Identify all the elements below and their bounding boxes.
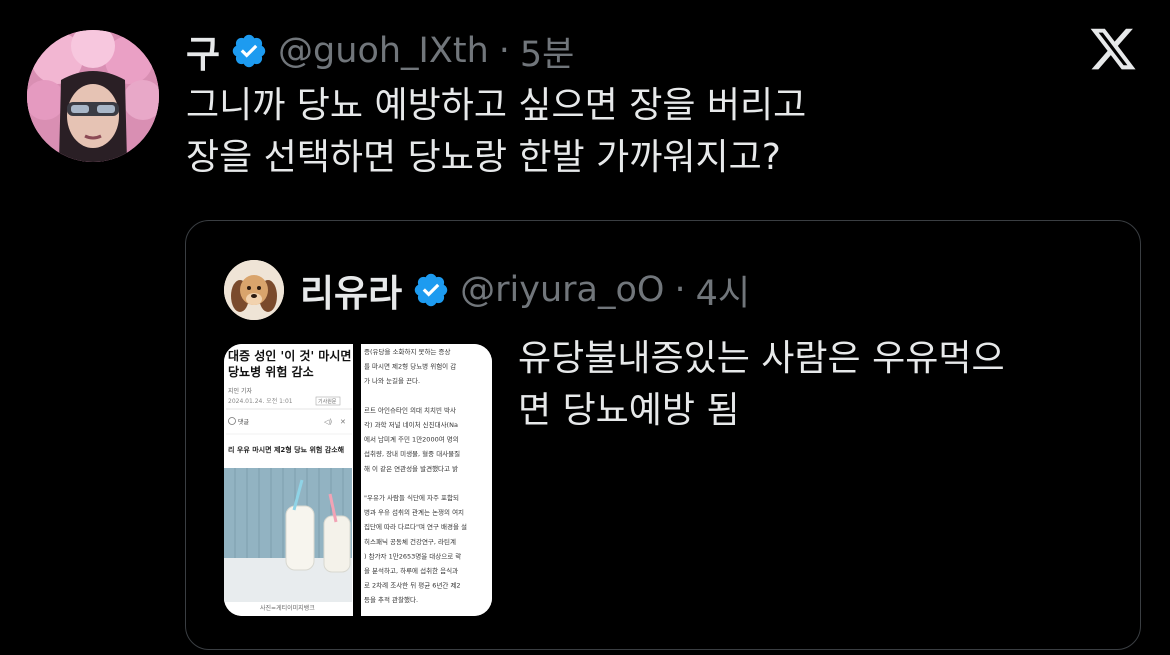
svg-text:◁): ◁)	[324, 418, 332, 426]
verified-badge-icon	[414, 273, 448, 307]
tweet-text-line: 장을 선택하면 당뇨랑 한발 가까워지고?	[186, 137, 781, 178]
thumb-article-line: 섭취량, 장내 미생물, 혈중 대사물질	[364, 449, 460, 458]
author-handle[interactable]: @guoh_IXth	[278, 31, 489, 71]
quoted-text-line: 면 당뇨예방 됨	[518, 390, 740, 431]
thumb-article-line: 증(유당을 소화하지 못하는 증상	[364, 347, 450, 356]
quoted-tweet-header: 리유라 @riyura_oO · 4시	[224, 259, 750, 321]
thumb-comment: 댓글	[238, 418, 250, 426]
thumb-date: 2024.01.24. 오전 1:01	[228, 397, 293, 405]
thumb-byline: 지인 기자	[228, 387, 252, 395]
tweet-text: 그니까 당뇨 예방하고 싶으면 장을 버리고 장을 선택하면 당뇨랑 한발 가까…	[186, 80, 1116, 184]
profile-avatar-icon	[27, 30, 159, 162]
x-logo-icon[interactable]	[1087, 24, 1139, 74]
verified-badge-icon	[232, 34, 266, 68]
separator-dot: ·	[674, 270, 686, 310]
thumb-article-line: 병과 우유 섭취의 관계는 논쟁의 여지	[364, 508, 464, 517]
thumb-article-line: ) 참가자 1만2653명을 대상으로 락	[364, 551, 461, 560]
quoted-media-thumbnail[interactable]: 대증 성인 '이 것' 마시면 당뇨병 위험 감소 지인 기자 2024.01.…	[224, 344, 492, 616]
tweet-text-line: 그니까 당뇨 예방하고 싶으면 장을 버리고	[186, 85, 807, 126]
thumb-article-line: 등을 추적 관찰했다.	[364, 595, 418, 604]
author-name[interactable]: 구	[186, 24, 220, 78]
news-article-screenshot: 대증 성인 '이 것' 마시면 당뇨병 위험 감소 지인 기자 2024.01.…	[224, 344, 492, 616]
thumb-article-line: 각) 과학 저널 네이처 신진대사(Na	[364, 420, 458, 429]
thumb-meta: 기사원문	[318, 398, 337, 405]
tweet-header: 구 @guoh_IXth · 5분	[186, 26, 574, 76]
thumb-article-line: 가 나와 눈길을 끈다.	[364, 376, 420, 385]
separator-dot: ·	[498, 31, 510, 71]
tweet-timestamp[interactable]: 5분	[520, 26, 574, 77]
thumb-article-line: 집단에 따라 다르다"며 연구 배경을 설	[364, 522, 467, 531]
quoted-author-avatar[interactable]	[224, 260, 284, 320]
quoted-tweet-timestamp[interactable]: 4시	[696, 265, 750, 316]
thumb-subheadline: 리 우유 마시면 제2형 당뇨 위험 감소해	[228, 445, 344, 454]
quoted-author-handle[interactable]: @riyura_oO	[460, 270, 664, 310]
thumb-article-line: 히스패닉 공동체 건강연구, 라틴계	[364, 537, 456, 546]
dog-avatar-icon	[224, 260, 284, 320]
quoted-text-line: 유당불내증있는 사람은 우유먹으	[518, 338, 1005, 379]
thumb-article-line: "우유가 사람들 식단에 자주 포함되	[364, 493, 459, 502]
thumb-caption: 사진=게티이미지뱅크	[260, 604, 315, 612]
thumb-article-line: 를 마시면 제2형 당뇨병 위험이 감	[364, 362, 456, 371]
svg-text:✕: ✕	[340, 418, 346, 426]
thumb-headline-1: 대증 성인 '이 것' 마시면	[228, 348, 351, 363]
thumb-article-line: 해 이 같은 연관성을 발견했다고 밝	[364, 464, 458, 473]
author-avatar[interactable]	[27, 30, 159, 162]
thumb-article-line: 르트 아인슈타인 의대 치치빈 박사	[364, 405, 456, 414]
thumb-article-line: 에서 남미계 주민 1만2000여 명의	[364, 435, 459, 444]
thumb-article-line: 을 분석하고, 하루에 섭취한 음식과	[364, 566, 458, 575]
quoted-tweet-text: 유당불내증있는 사람은 우유먹으 면 당뇨예방 됨	[518, 333, 1098, 437]
quoted-author-name[interactable]: 리유라	[300, 263, 402, 317]
thumb-headline-2: 당뇨병 위험 감소	[228, 364, 314, 379]
thumb-article-line: 로 2차례 조사한 뒤 평균 6년간 제2	[364, 581, 461, 590]
quoted-tweet-card[interactable]: 리유라 @riyura_oO · 4시 대증 성인 '이 것' 마시면 당뇨병 …	[185, 220, 1141, 650]
